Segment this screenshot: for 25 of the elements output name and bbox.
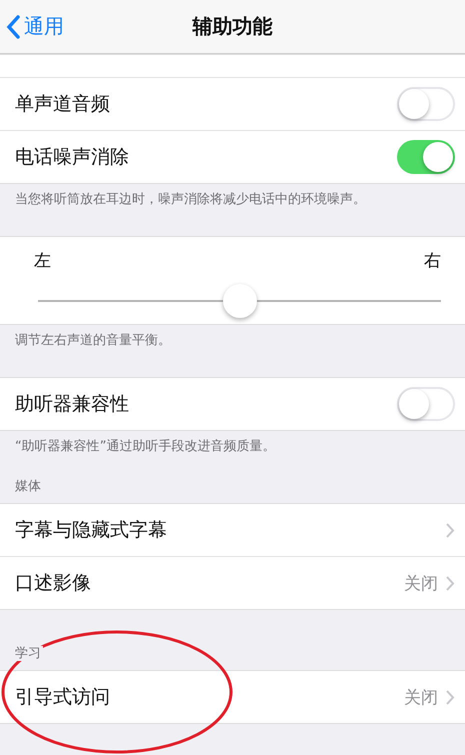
section-footer: 调节左右声道的音量平衡。 [0, 325, 465, 357]
row-label[interactable]: 口述影像 [15, 570, 404, 596]
row-label: 助听器兼容性 [15, 392, 130, 417]
left-label: 左 [34, 250, 51, 272]
section-footer: “助听器兼容性”通过助听手段改进音频质量。 [0, 431, 465, 463]
back-button[interactable]: 通用 [0, 13, 64, 40]
row-value: 关闭 [404, 572, 438, 594]
back-chevron-icon [6, 14, 20, 38]
row-label[interactable]: 引导式访问 [15, 684, 404, 710]
toggle-switch[interactable] [397, 87, 455, 121]
row-label: 单声道音频 [15, 92, 111, 117]
row-label: 电话噪声消除 [15, 145, 130, 170]
row-label[interactable]: 字幕与隐藏式字幕 [15, 517, 446, 543]
toggle-switch[interactable] [397, 387, 455, 421]
nav-title: 辅助功能 [192, 14, 272, 38]
chevron-icon [446, 690, 455, 704]
chevron-icon [446, 522, 455, 538]
section-header: 媒体 [13, 479, 43, 494]
row-value: 关闭 [404, 686, 438, 708]
right-label: 右 [424, 250, 441, 272]
section-footer: 当您将听筒放在耳边时，噪声消除将减少电话中的环境噪声。 [0, 184, 465, 216]
section-header: 学习 [13, 646, 43, 661]
toggle-switch[interactable] [397, 140, 455, 174]
slider-thumb[interactable] [222, 284, 256, 318]
chevron-icon [446, 576, 455, 590]
